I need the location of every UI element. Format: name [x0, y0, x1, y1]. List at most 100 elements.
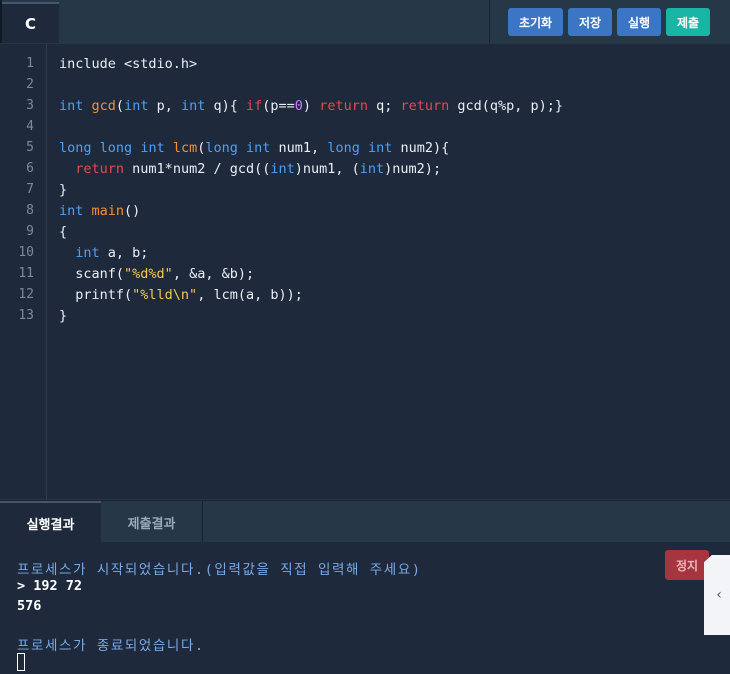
- code-token: long: [99, 140, 133, 156]
- code-line: printf("%lld\n", lcm(a, b));: [59, 285, 303, 305]
- line-number: 9: [26, 224, 34, 239]
- code-token: int: [59, 98, 84, 114]
- code-token: (): [124, 203, 141, 219]
- line-number: 7: [26, 182, 34, 197]
- code-token: include <stdio.h>: [59, 56, 198, 72]
- action-button-group: 초기화 저장 실행 제출: [489, 0, 730, 43]
- code-token: a, b;: [99, 245, 149, 261]
- code-line: {: [59, 222, 67, 242]
- line-number: 4: [26, 119, 34, 134]
- code-token: return: [400, 98, 450, 114]
- code-token: num1*num2 / gcd((: [124, 161, 271, 177]
- terminal-cursor: [17, 653, 25, 671]
- code-line: int gcd(int p, int q){ if(p==0) return q…: [59, 96, 563, 116]
- language-tab[interactable]: C: [2, 2, 59, 43]
- code-token: }: [59, 308, 68, 324]
- line-number-gutter: 1 2 3 4 5 6 7 8 9 10 11 12 13: [0, 44, 47, 499]
- output-tab-bar: 실행결과 제출결과: [0, 500, 730, 543]
- code-token: lcm: [172, 140, 198, 156]
- code-token: (p==: [262, 98, 295, 114]
- editor-toolbar: C 초기화 저장 실행 제출: [0, 0, 730, 43]
- line-number: 5: [26, 140, 34, 155]
- code-token: int: [124, 98, 149, 114]
- code-line: }: [59, 180, 67, 200]
- code-token: p,: [148, 98, 181, 114]
- code-line: return num1*num2 / gcd((int)num1, (int)n…: [59, 159, 441, 179]
- collapse-panel-handle[interactable]: ‹: [704, 555, 730, 635]
- code-token: long: [327, 140, 360, 156]
- line-number: 13: [18, 308, 34, 323]
- output-console[interactable]: 프로세스가 시작되었습니다.(입력값을 직접 입력해 주세요) > 192 72…: [0, 542, 730, 674]
- code-token: scanf(: [59, 266, 125, 282]
- line-number: 8: [26, 203, 34, 218]
- code-token: q){: [205, 98, 246, 114]
- process-end-message: 프로세스가 종료되었습니다.: [17, 638, 205, 654]
- tab-bar-empty: [59, 2, 489, 43]
- code-token: {: [59, 224, 68, 240]
- line-number: 6: [26, 161, 34, 176]
- stop-button[interactable]: 정지: [665, 550, 709, 580]
- code-line: }: [59, 306, 67, 326]
- code-token: int: [59, 203, 84, 219]
- code-line: int main(): [59, 201, 140, 221]
- submit-button[interactable]: 제출: [666, 8, 710, 36]
- line-number: 2: [26, 77, 34, 92]
- line-number: 1: [26, 56, 34, 71]
- process-start-message: 프로세스가 시작되었습니다.(입력값을 직접 입력해 주세요): [17, 562, 422, 578]
- code-token: return: [75, 161, 125, 177]
- code-token: "%lld\n": [132, 287, 198, 303]
- code-line: int a, b;: [59, 243, 148, 263]
- code-token: int: [367, 140, 393, 156]
- line-number: 10: [18, 245, 34, 260]
- code-token: num2){: [392, 140, 450, 156]
- code-token: int: [180, 98, 206, 114]
- code-token: int: [270, 161, 295, 177]
- code-token: printf(: [59, 287, 133, 303]
- code-token: gcd: [91, 98, 116, 114]
- tab-submit-result[interactable]: 제출결과: [101, 501, 203, 543]
- code-token: return: [319, 98, 368, 114]
- save-button[interactable]: 저장: [568, 8, 612, 36]
- code-token: int: [246, 140, 271, 156]
- code-token: main: [91, 203, 125, 219]
- code-token: gcd(q%p, p);}: [449, 98, 564, 114]
- code-token: 0: [294, 98, 303, 114]
- code-line: include <stdio.h>: [59, 54, 197, 74]
- chevron-left-icon: ‹: [716, 587, 722, 603]
- code-token: int: [140, 140, 165, 156]
- code-token: )num2);: [384, 161, 442, 177]
- code-line: scanf("%d%d", &a, &b);: [59, 264, 254, 284]
- code-token: "%d%d": [124, 266, 173, 282]
- code-editor[interactable]: 1 2 3 4 5 6 7 8 9 10 11 12 13 include <stdio.h> int g…: [0, 44, 730, 499]
- code-line: long long int lcm(long int num1, long in…: [59, 138, 449, 158]
- code-token: num1,: [270, 140, 328, 156]
- code-token: int: [359, 161, 385, 177]
- code-token: q;: [367, 98, 401, 114]
- tab-run-result[interactable]: 실행결과: [0, 501, 101, 543]
- code-token: long: [59, 140, 92, 156]
- code-token: }: [59, 182, 68, 198]
- run-button[interactable]: 실행: [617, 8, 661, 36]
- line-number: 12: [18, 287, 34, 302]
- console-input-line: > 192 72: [17, 578, 83, 594]
- line-number: 3: [26, 98, 34, 113]
- code-token: if: [246, 98, 263, 114]
- console-output-line: 576: [17, 598, 42, 614]
- code-token: int: [75, 245, 100, 261]
- code-token: ): [302, 98, 320, 114]
- code-token: (: [115, 98, 125, 114]
- line-number: 11: [18, 266, 34, 281]
- reset-button[interactable]: 초기화: [508, 8, 563, 36]
- code-token: , lcm(a, b));: [197, 287, 303, 303]
- code-token: long: [205, 140, 238, 156]
- code-token: , &a, &b);: [172, 266, 255, 282]
- code-token: )num1, (: [294, 161, 360, 177]
